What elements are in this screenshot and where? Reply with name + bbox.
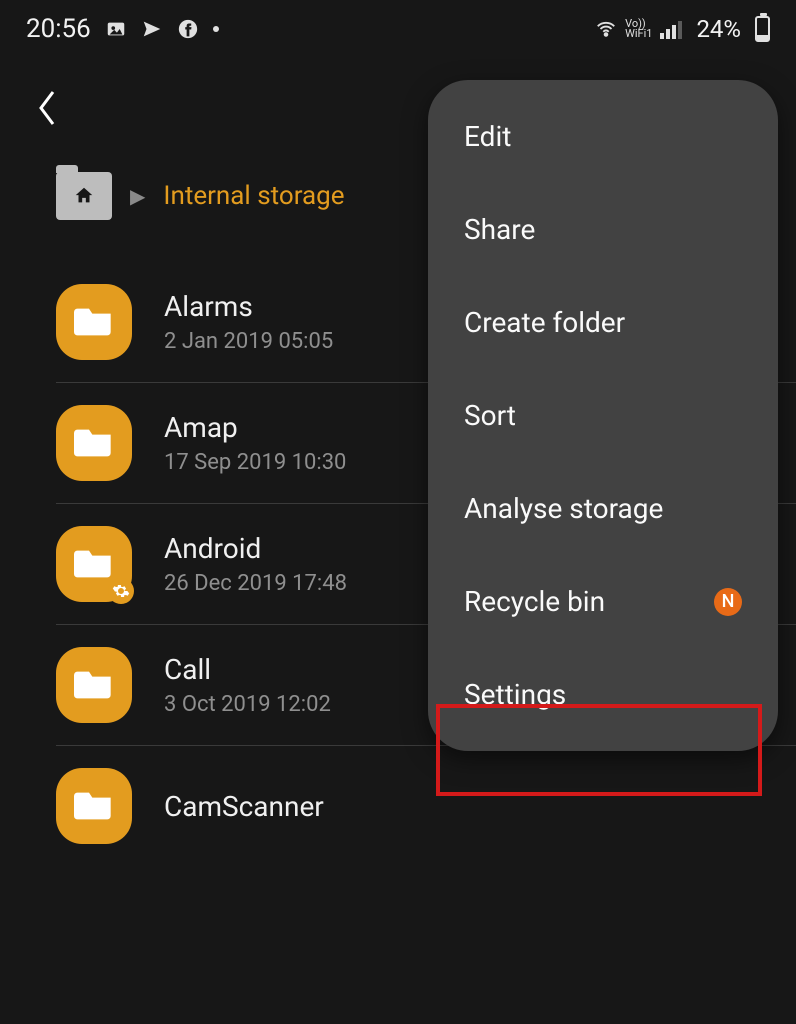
gear-icon [108, 578, 134, 604]
send-icon [141, 18, 163, 40]
folder-icon [56, 647, 132, 723]
menu-label: Share [464, 213, 535, 246]
back-icon[interactable] [34, 88, 60, 128]
breadcrumb-current[interactable]: Internal storage [163, 181, 344, 211]
menu-label: Settings [464, 678, 566, 711]
more-dot-icon [213, 26, 219, 32]
folder-icon [56, 768, 132, 844]
overflow-menu: Edit Share Create folder Sort Analyse st… [428, 80, 778, 751]
menu-create-folder[interactable]: Create folder [428, 276, 778, 369]
folder-icon [56, 284, 132, 360]
menu-label: Analyse storage [464, 492, 663, 525]
status-right: Vo)) WiFi1 24% [595, 15, 770, 43]
list-item[interactable]: CamScanner [56, 746, 796, 866]
menu-label: Edit [464, 120, 511, 153]
wifi-icon [595, 18, 617, 40]
menu-share[interactable]: Share [428, 183, 778, 276]
menu-label: Recycle bin [464, 585, 605, 618]
file-name: CamScanner [164, 790, 766, 823]
facebook-icon [177, 18, 199, 40]
menu-sort[interactable]: Sort [428, 369, 778, 462]
status-left: 20:56 [26, 14, 219, 44]
menu-recycle-bin[interactable]: Recycle bin N [428, 555, 778, 648]
battery-icon [755, 16, 770, 42]
picture-icon [105, 18, 127, 40]
folder-icon [56, 405, 132, 481]
menu-settings[interactable]: Settings [428, 648, 778, 741]
clock: 20:56 [26, 14, 91, 44]
menu-label: Create folder [464, 306, 625, 339]
menu-label: Sort [464, 399, 516, 432]
vowifi-label: Vo)) WiFi1 [625, 19, 652, 39]
battery-percent: 24% [696, 15, 741, 43]
menu-edit[interactable]: Edit [428, 90, 778, 183]
menu-analyse-storage[interactable]: Analyse storage [428, 462, 778, 555]
folder-icon [56, 526, 132, 602]
home-folder-icon[interactable] [56, 172, 112, 220]
file-text: CamScanner [164, 790, 766, 823]
chevron-right-icon: ▶ [130, 184, 145, 208]
status-bar: 20:56 Vo)) WiFi1 24% [0, 0, 796, 58]
signal-icon [660, 19, 682, 39]
new-badge: N [714, 588, 742, 616]
